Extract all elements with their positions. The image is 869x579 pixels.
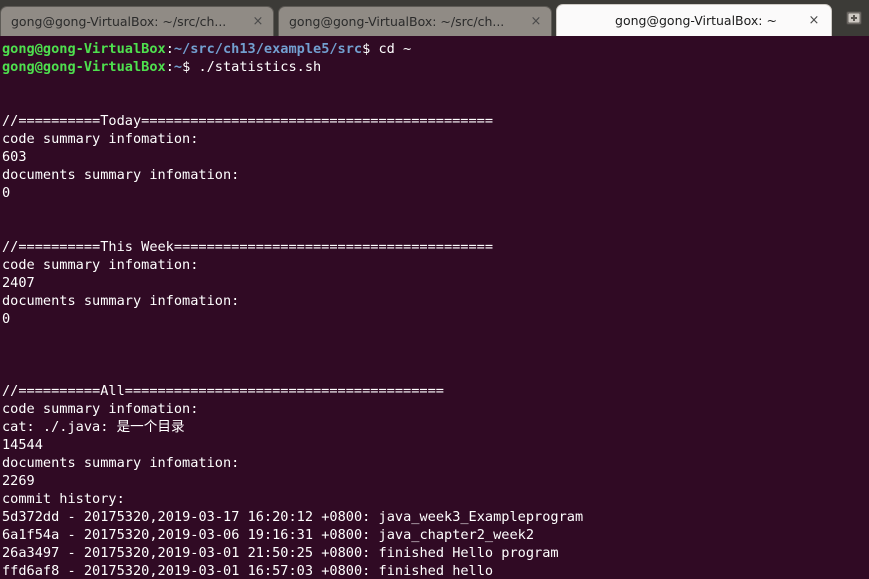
commit-time: 21:50:25	[247, 545, 314, 561]
commit-hash: 5d372dd	[2, 509, 60, 525]
terminal-window: gong@gong-VirtualBox: ~/src/ch... × gong…	[0, 0, 869, 579]
today-docs-value: 0	[2, 185, 11, 201]
tab-bar: gong@gong-VirtualBox: ~/src/ch... × gong…	[0, 0, 869, 36]
new-tab-button[interactable]	[841, 4, 867, 32]
tab-3-active[interactable]: gong@gong-VirtualBox: ~ ×	[556, 4, 832, 36]
tab-2-close-icon[interactable]: ×	[527, 13, 545, 31]
prompt-colon: :	[165, 59, 174, 75]
commit-message: finished Hello program	[378, 545, 559, 561]
commit-separator: -	[59, 509, 84, 525]
section-header-this-week: //==========This Week===================…	[2, 239, 494, 255]
terminal-output[interactable]: gong@gong-VirtualBox:~/src/ch13/example5…	[0, 36, 869, 579]
prompt-user-host: gong@gong-VirtualBox	[2, 59, 166, 75]
commit-message: java_week3_Exampleprogram	[378, 509, 584, 525]
commit-hash: 26a3497	[2, 545, 60, 561]
section-header-today: //==========Today=======================…	[2, 113, 494, 129]
tab-2-title: gong@gong-VirtualBox: ~/src/ch...	[289, 14, 505, 29]
commit-id: 20175320	[83, 545, 150, 561]
commit-date: 2019-03-17	[157, 509, 240, 525]
all-cat-error-message: 是一个目录	[116, 419, 185, 435]
commit-date: 2019-03-01	[157, 563, 240, 579]
commit-hash: ffd6af8	[2, 563, 60, 579]
prompt-dollar: $	[182, 59, 199, 75]
this-week-docs-value: 0	[2, 311, 11, 327]
section-header-all: //==========All=========================…	[2, 383, 444, 399]
commit-hash: 6a1f54a	[2, 527, 60, 543]
tab-list: gong@gong-VirtualBox: ~/src/ch... × gong…	[0, 0, 832, 36]
prompt-line-1: gong@gong-VirtualBox:~/src/ch13/example5…	[2, 40, 869, 58]
commit-id: 20175320	[83, 509, 150, 525]
commit-time: 16:57:03	[247, 563, 314, 579]
tab-1-close-icon[interactable]: ×	[249, 13, 267, 31]
all-code-label: code summary infomation:	[2, 401, 199, 417]
commit-date: 2019-03-06	[157, 527, 240, 543]
this-week-code-value: 2407	[2, 275, 35, 291]
commit-separator: -	[59, 527, 84, 543]
commit-id: 20175320	[83, 527, 150, 543]
today-code-value: 603	[2, 149, 27, 165]
all-cat-error-prefix: cat: ./.java:	[2, 419, 117, 435]
prompt-colon: :	[165, 41, 174, 57]
commit-message: finished hello	[378, 563, 494, 579]
all-docs-label: documents summary infomation:	[2, 455, 240, 471]
commit-timezone: +0800:	[321, 509, 379, 525]
this-week-code-label: code summary infomation:	[2, 257, 199, 273]
commit-row: 5d372dd - 20175320,2019-03-17 16:20:12 +…	[2, 509, 584, 525]
all-code-value: 14544	[2, 437, 43, 453]
commit-row: ffd6af8 - 20175320,2019-03-01 16:57:03 +…	[2, 563, 494, 579]
tab-1-title: gong@gong-VirtualBox: ~/src/ch...	[11, 14, 227, 29]
commit-separator: -	[59, 563, 84, 579]
commit-date: 2019-03-01	[157, 545, 240, 561]
all-docs-value: 2269	[2, 473, 35, 489]
commit-row: 6a1f54a - 20175320,2019-03-06 19:16:31 +…	[2, 527, 535, 543]
commit-time: 19:16:31	[247, 527, 314, 543]
prompt-command: cd ~	[378, 41, 412, 57]
commit-id: 20175320	[83, 563, 150, 579]
prompt-user-host: gong@gong-VirtualBox	[2, 41, 166, 57]
prompt-path: ~/src/ch13/example5/src	[173, 41, 363, 57]
commit-row: 26a3497 - 20175320,2019-03-01 21:50:25 +…	[2, 545, 559, 561]
tab-2[interactable]: gong@gong-VirtualBox: ~/src/ch... ×	[278, 6, 552, 36]
all-cat-error: cat: ./.java: 是一个目录	[2, 418, 869, 436]
commit-timezone: +0800:	[321, 527, 379, 543]
commit-message: java_chapter2_week2	[378, 527, 535, 543]
commit-separator: -	[59, 545, 84, 561]
tab-3-title: gong@gong-VirtualBox: ~	[615, 13, 777, 28]
commit-timezone: +0800:	[321, 545, 379, 561]
tab-1[interactable]: gong@gong-VirtualBox: ~/src/ch... ×	[0, 6, 274, 36]
prompt-line-2: gong@gong-VirtualBox:~$ ./statistics.sh	[2, 58, 869, 76]
prompt-dollar: $	[362, 41, 379, 57]
commit-time: 16:20:12	[247, 509, 314, 525]
this-week-docs-label: documents summary infomation:	[2, 293, 240, 309]
prompt-path: ~	[173, 59, 183, 75]
today-code-label: code summary infomation:	[2, 131, 199, 147]
prompt-command: ./statistics.sh	[198, 59, 322, 75]
new-tab-icon	[846, 11, 862, 25]
today-docs-label: documents summary infomation:	[2, 167, 240, 183]
commit-timezone: +0800:	[321, 563, 379, 579]
commit-history-label: commit history:	[2, 491, 125, 507]
tab-3-close-icon[interactable]: ×	[805, 12, 823, 30]
